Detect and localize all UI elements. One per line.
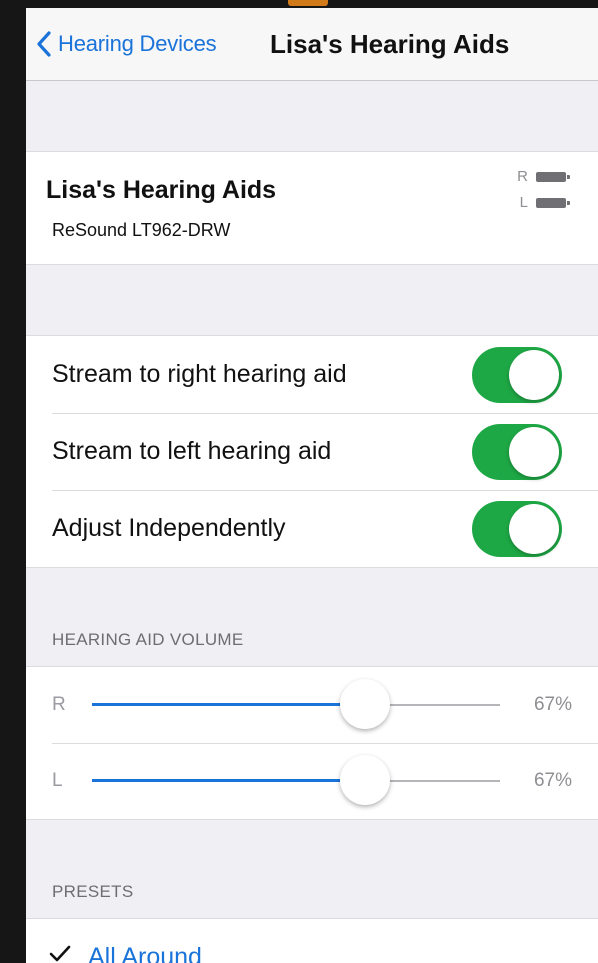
adjust-independently-label: Adjust Independently <box>52 514 286 542</box>
volume-percent-left: 67% <box>533 770 572 791</box>
slider-thumb[interactable] <box>340 679 391 729</box>
stream-left-row: Stream to left hearing aid <box>26 413 598 490</box>
volume-section-header: HEARING AID VOLUME <box>26 568 598 666</box>
volume-header-label: HEARING AID VOLUME <box>52 630 244 649</box>
slider-thumb[interactable] <box>340 755 391 805</box>
streaming-toggles-group: Stream to right hearing aid Stream to le… <box>26 335 598 568</box>
chevron-left-icon <box>36 30 52 58</box>
stream-right-label: Stream to right hearing aid <box>52 360 347 388</box>
device-frame-accent <box>288 0 328 6</box>
device-name: Lisa's Hearing Aids <box>46 176 277 204</box>
volume-slider-right[interactable] <box>92 679 500 729</box>
preset-label: All Around <box>88 943 202 963</box>
battery-icon <box>536 197 570 208</box>
checkmark-icon <box>48 941 72 963</box>
battery-side-label: R <box>517 168 528 185</box>
presets-section-header: PRESETS <box>26 820 598 918</box>
switch-knob <box>509 426 559 477</box>
adjust-independently-row: Adjust Independently <box>26 490 598 567</box>
device-model: ReSound LT962-DRW <box>52 220 231 240</box>
volume-slider-left[interactable] <box>92 755 500 805</box>
volume-row-left: L 67% <box>26 743 598 819</box>
battery-indicator-right: R <box>517 168 570 185</box>
preset-item[interactable]: All Around <box>26 918 598 963</box>
stream-left-label: Stream to left hearing aid <box>52 437 332 465</box>
volume-row-right: R 67% <box>26 667 598 743</box>
presets-header-label: PRESETS <box>52 882 134 901</box>
back-button-label: Hearing Devices <box>58 31 217 56</box>
navigation-bar: Hearing Devices Lisa's Hearing Aids <box>26 8 598 81</box>
stream-right-row: Stream to right hearing aid <box>26 336 598 413</box>
hearing-aids-settings-screen: Hearing Devices Lisa's Hearing Aids Lisa… <box>26 8 598 963</box>
device-info-cell: Lisa's Hearing Aids ReSound LT962-DRW <box>26 151 598 265</box>
volume-sliders-group: R 67% L 67% <box>26 666 598 820</box>
battery-side-label: L <box>519 194 528 211</box>
battery-icon <box>536 171 570 182</box>
slider-fill <box>92 779 366 782</box>
stream-left-switch[interactable] <box>472 423 562 480</box>
back-button[interactable]: Hearing Devices <box>36 28 217 60</box>
volume-side-label-right: R <box>52 694 66 715</box>
volume-side-label-left: L <box>52 770 63 791</box>
page-title: Lisa's Hearing Aids <box>270 29 510 59</box>
volume-percent-right: 67% <box>533 694 572 715</box>
stream-right-switch[interactable] <box>472 346 562 403</box>
slider-fill <box>92 703 366 706</box>
adjust-independently-switch[interactable] <box>472 500 562 557</box>
switch-knob <box>509 503 559 554</box>
switch-knob <box>509 349 559 400</box>
battery-indicator-left: L <box>519 194 570 211</box>
